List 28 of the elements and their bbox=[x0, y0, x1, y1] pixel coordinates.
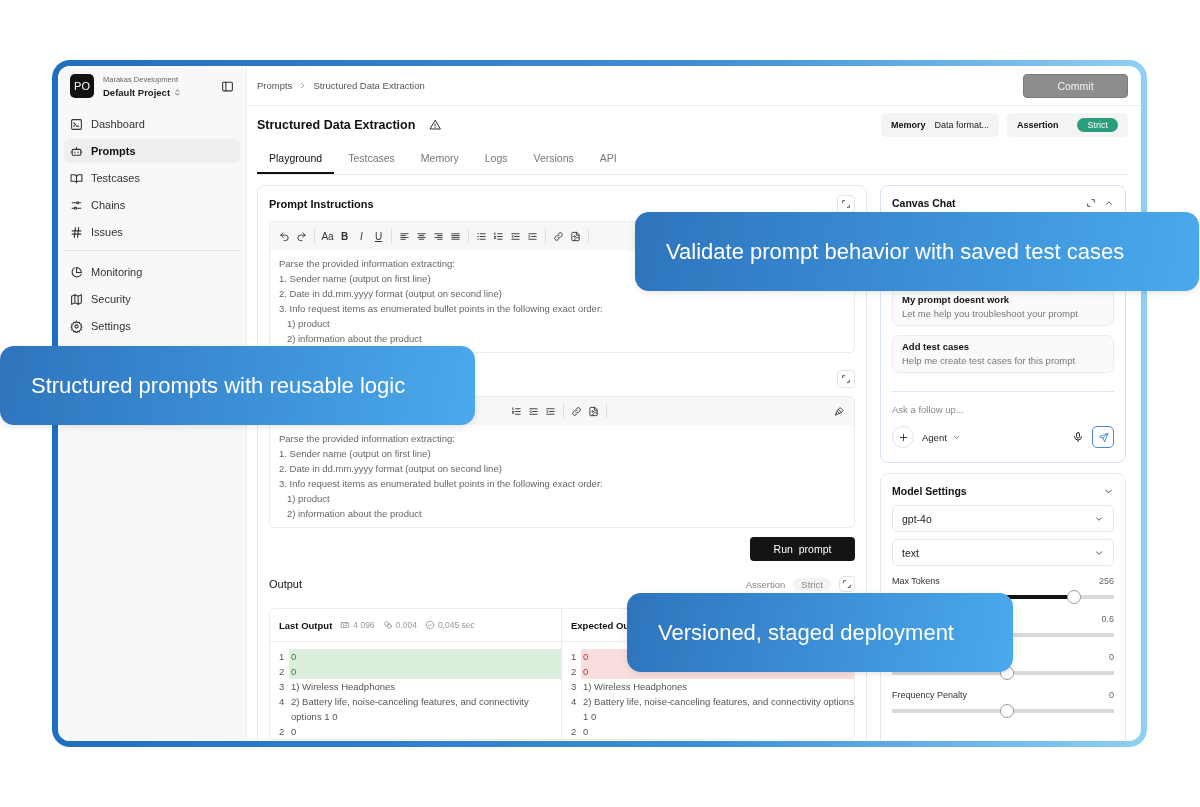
output-line: 4 2) Battery life, noise-canceling features, and connectivity options 1 0 bbox=[570, 695, 854, 724]
slider-label: Max Tokens bbox=[892, 576, 940, 588]
duration-stat: 0,045 sec bbox=[424, 620, 475, 630]
avatar: PO bbox=[70, 74, 94, 98]
slider-label: Frequency Penalty bbox=[892, 690, 968, 702]
section-title: Prompt Instructions bbox=[269, 198, 374, 210]
breadcrumb-current: Structured Data Extraction bbox=[313, 80, 425, 91]
callout-tooltip: Structured prompts with reusable logic bbox=[0, 346, 475, 425]
output-line: 4 2) Battery life, noise-canceling features, and connectivity options 1 0 bbox=[278, 695, 530, 724]
slider-value: 0 bbox=[1109, 690, 1114, 702]
output-line: 2 0 bbox=[278, 725, 298, 739]
assertion-label: Assertion bbox=[745, 578, 786, 590]
panel-title: Canvas Chat bbox=[892, 197, 957, 209]
page-title: Structured Data Extraction bbox=[257, 117, 416, 132]
slider-value: 256 bbox=[1098, 576, 1114, 588]
token-count: 4 096 bbox=[340, 620, 375, 630]
slider-value: 0 bbox=[1109, 652, 1114, 664]
callout-tooltip: Versioned, staged deployment bbox=[627, 593, 1013, 672]
column-title: Last Output bbox=[279, 619, 333, 631]
section-title: Output bbox=[269, 578, 304, 590]
panel-title: Model Settings bbox=[892, 485, 968, 497]
output-line: 3 1) Wireless Headphones bbox=[278, 680, 397, 694]
cost-stat: 0.004 bbox=[382, 620, 417, 630]
callout-tooltip: Validate prompt behavior with saved test cases bbox=[635, 212, 1199, 291]
output-line: 3 1) Wireless Headphones bbox=[570, 680, 689, 694]
assertion-tag: Strict bbox=[793, 577, 831, 591]
output-line: 2 0 bbox=[570, 725, 590, 739]
slider-value: 0.6 bbox=[1101, 614, 1114, 626]
